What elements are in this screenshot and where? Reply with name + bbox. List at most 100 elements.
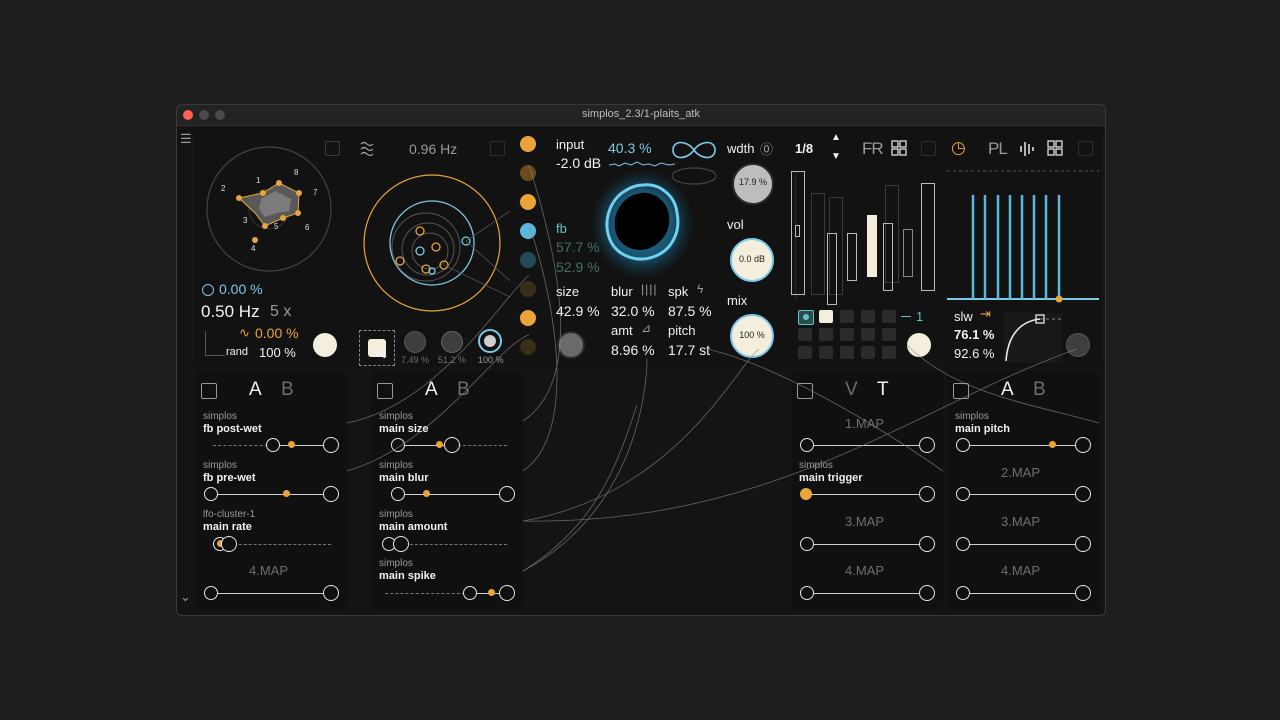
orbit-knob-1[interactable] — [404, 331, 426, 353]
list-icon[interactable] — [953, 383, 969, 399]
range-max-handle[interactable] — [1075, 585, 1091, 601]
range-min-handle[interactable] — [956, 487, 970, 501]
env-grid-icon[interactable] — [1047, 140, 1063, 156]
tab-a[interactable]: A — [1001, 379, 1014, 401]
amt-value[interactable]: 8.96 % — [611, 342, 655, 358]
channel-dot-7[interactable] — [520, 310, 536, 326]
map-param-empty[interactable]: 2.MAP — [1001, 465, 1040, 480]
range-min-handle[interactable] — [463, 586, 477, 600]
range-max-handle[interactable] — [323, 585, 339, 601]
pl-label[interactable]: PL — [988, 139, 1008, 159]
list-icon[interactable] — [377, 383, 393, 399]
range-min-handle[interactable] — [204, 586, 218, 600]
range-min-handle[interactable] — [391, 487, 405, 501]
range-max-handle[interactable] — [919, 486, 935, 502]
bars-icon[interactable] — [1019, 140, 1037, 158]
range-max-handle[interactable] — [393, 536, 409, 552]
channel-dot-3[interactable] — [520, 194, 536, 210]
list-icon[interactable] — [797, 383, 813, 399]
seq-trigger-button[interactable] — [907, 333, 931, 357]
range-max-handle[interactable] — [1075, 437, 1091, 453]
input-percent[interactable]: 40.3 % — [608, 140, 652, 156]
lfo-rate[interactable]: 0.50 Hz — [201, 302, 260, 322]
lfo-depth[interactable]: 0.00 % — [219, 281, 263, 297]
clock-icon[interactable]: ◷ — [951, 138, 966, 158]
seq-bars[interactable] — [791, 163, 941, 305]
range-max-handle[interactable] — [323, 437, 339, 453]
infinity-icon[interactable] — [669, 135, 719, 165]
seq-step-count[interactable]: 1 — [916, 309, 923, 324]
range-max-handle[interactable] — [444, 437, 460, 453]
range-min-handle[interactable] — [800, 488, 812, 500]
pitch-value[interactable]: 17.7 st — [668, 342, 710, 358]
division-down-icon[interactable]: ▼ — [831, 151, 841, 162]
range-min-handle[interactable] — [956, 586, 970, 600]
menu-icon[interactable]: ☰ — [180, 131, 192, 147]
map-param-empty[interactable]: 3.MAP — [845, 514, 884, 529]
map-param-empty[interactable]: 4.MAP — [249, 563, 288, 578]
map-param-empty[interactable]: 4.MAP — [845, 563, 884, 578]
rand-value[interactable]: 100 % — [259, 345, 296, 360]
range-min-handle[interactable] — [204, 487, 218, 501]
seq-toggle-box[interactable] — [921, 141, 936, 156]
range-min-handle[interactable] — [956, 438, 970, 452]
lfo-phase[interactable]: 0.00 % — [255, 325, 299, 341]
orbit-knob-2[interactable] — [441, 331, 463, 353]
channel-dot-5[interactable] — [520, 252, 536, 268]
lfo-star-display[interactable]: 1 2 3 4 5 6 7 8 — [203, 143, 339, 273]
tab-v[interactable]: V — [845, 379, 858, 401]
channel-dot-4[interactable] — [520, 223, 536, 239]
range-max-handle[interactable] — [323, 486, 339, 502]
list-icon[interactable] — [201, 383, 217, 399]
chevron-down-icon[interactable]: ⌄ — [180, 589, 191, 605]
map-param-empty[interactable]: 1.MAP — [845, 416, 884, 431]
range-max-handle[interactable] — [919, 585, 935, 601]
orbit-display[interactable] — [360, 171, 510, 317]
lfo-toggle-box[interactable] — [325, 141, 340, 156]
lfo-trigger-button[interactable] — [313, 333, 337, 357]
range-max-handle[interactable] — [221, 536, 237, 552]
tab-a[interactable]: A — [425, 379, 438, 401]
curve-value[interactable]: 92.6 % — [954, 346, 994, 361]
tab-b[interactable]: B — [457, 379, 470, 401]
size-value[interactable]: 42.9 % — [556, 303, 600, 319]
grid-icon[interactable] — [891, 140, 907, 156]
range-max-handle[interactable] — [919, 536, 935, 552]
lfo-mult[interactable]: 5 x — [270, 303, 291, 321]
orbit-toggle-box[interactable] — [490, 141, 505, 156]
range-max-handle[interactable] — [1075, 486, 1091, 502]
blur-value[interactable]: 32.0 % — [611, 303, 655, 319]
env-trigger-knob[interactable] — [1066, 333, 1090, 357]
tab-a[interactable]: A — [249, 379, 262, 401]
fr-label[interactable]: FR — [862, 139, 884, 159]
slew-curve-display[interactable] — [1004, 313, 1062, 363]
env-toggle-box[interactable] — [1078, 141, 1093, 156]
vol-knob[interactable]: 0.0 dB — [730, 238, 774, 282]
range-min-handle[interactable] — [800, 586, 814, 600]
tab-t[interactable]: T — [877, 379, 889, 401]
fx-trigger-knob[interactable] — [557, 331, 585, 359]
spk-value[interactable]: 87.5 % — [668, 303, 712, 319]
channel-dot-1[interactable] — [520, 136, 536, 152]
range-min-handle[interactable] — [956, 537, 970, 551]
range-min-handle[interactable] — [391, 438, 405, 452]
channel-dot-8[interactable] — [520, 339, 536, 355]
range-min-handle[interactable] — [800, 438, 814, 452]
slw-value[interactable]: 76.1 % — [954, 327, 994, 342]
range-min-handle[interactable] — [800, 537, 814, 551]
tab-b[interactable]: B — [1033, 379, 1046, 401]
division-up-icon[interactable]: ▲ — [831, 132, 841, 143]
range-max-handle[interactable] — [1075, 536, 1091, 552]
channel-dot-6[interactable] — [520, 281, 536, 297]
wave-icon[interactable] — [359, 139, 379, 159]
channel-dot-2[interactable] — [520, 165, 536, 181]
seq-division[interactable]: 1/8 — [795, 141, 813, 156]
orbit-knob-3[interactable] — [478, 329, 502, 353]
map-param-empty[interactable]: 3.MAP — [1001, 514, 1040, 529]
wdth-knob[interactable]: 17.9 % — [732, 163, 774, 205]
tab-b[interactable]: B — [281, 379, 294, 401]
trigger-burst-display[interactable] — [947, 167, 1099, 303]
range-max-handle[interactable] — [919, 437, 935, 453]
orbit-freq[interactable]: 0.96 Hz — [409, 141, 457, 157]
range-min-handle[interactable] — [266, 438, 280, 452]
